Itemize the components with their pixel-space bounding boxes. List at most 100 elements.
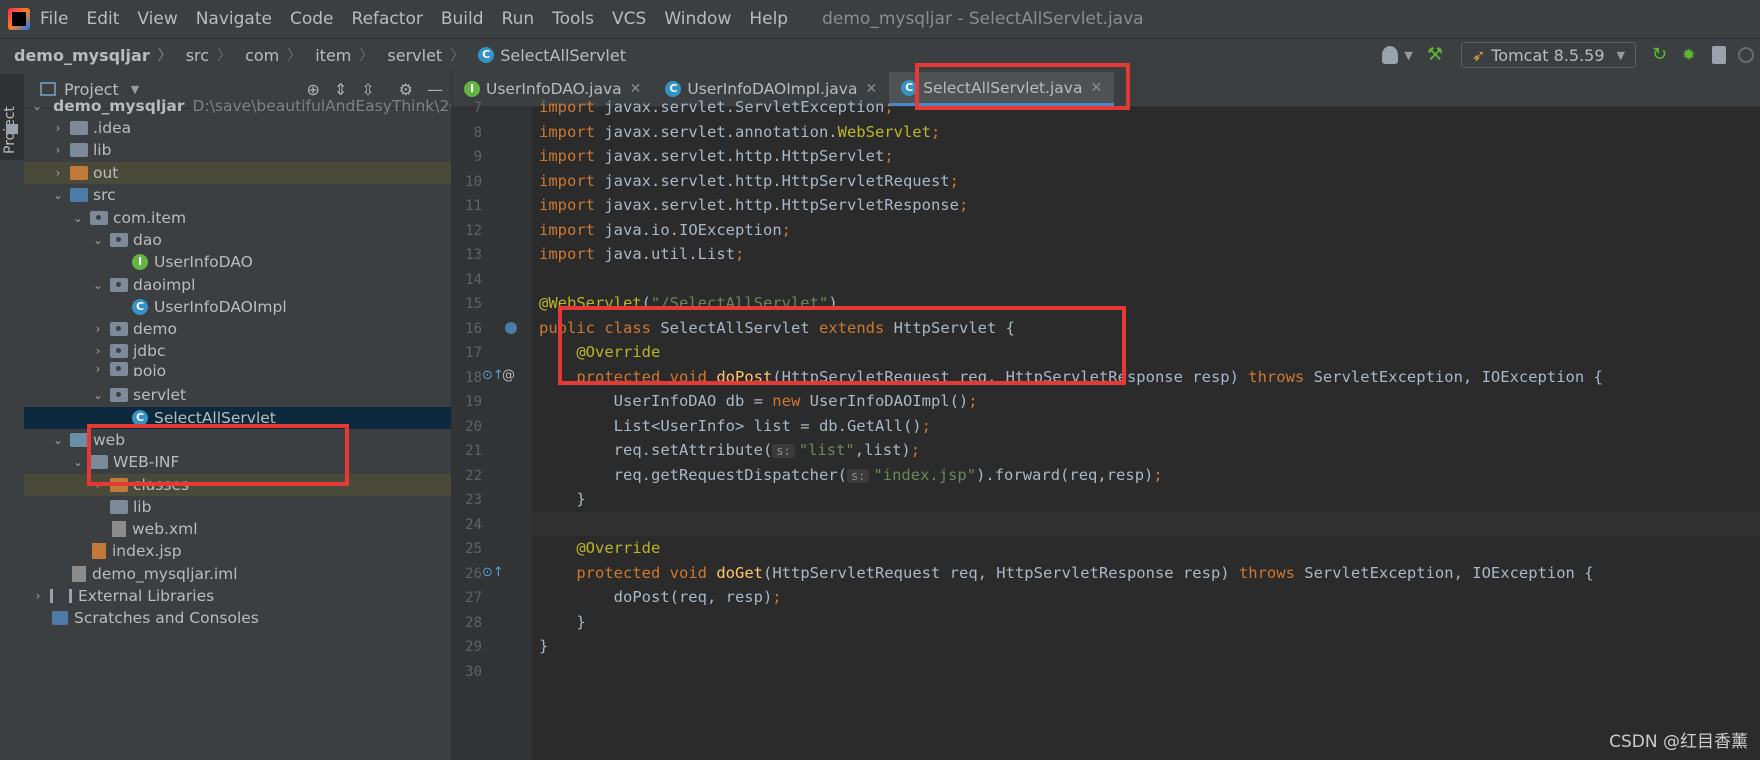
tree-item-src[interactable]: ⌄ src (24, 184, 451, 206)
tree-item-daoimpl[interactable]: ⌄ daoimpl (24, 274, 451, 296)
override-icon[interactable]: ⊙↑ (482, 565, 504, 580)
chevron-right-icon[interactable]: › (52, 143, 64, 157)
chevron-down-icon: ▼ (1616, 48, 1625, 62)
chevron-down-icon[interactable]: ⌄ (72, 455, 84, 469)
code-line[interactable]: @Override (539, 539, 660, 557)
chevron-down-icon[interactable]: ⌄ (92, 233, 104, 247)
chevron-down-icon[interactable]: ⌄ (32, 99, 42, 113)
menu-refactor[interactable]: Refactor (352, 9, 423, 29)
chevron-right-icon[interactable]: › (92, 322, 104, 336)
tree-item-jdbc[interactable]: › jdbc (24, 340, 451, 362)
code-line[interactable]: import javax.servlet.http.HttpServletRes… (539, 196, 968, 214)
menu-tools[interactable]: Tools (552, 9, 594, 29)
code-line[interactable]: import javax.servlet.annotation.WebServl… (539, 123, 940, 141)
code-text: } (576, 490, 586, 508)
menu-edit[interactable]: Edit (86, 9, 119, 29)
debug-icon[interactable]: ✹ (1682, 46, 1700, 64)
tree-item-userinfodao[interactable]: I UserInfoDAO (24, 251, 451, 273)
package-icon (90, 211, 108, 226)
code-line[interactable]: } (539, 490, 586, 508)
tree-item-label: jdbc (133, 342, 166, 361)
menu-view[interactable]: View (137, 9, 177, 29)
tree-item-external-libraries[interactable]: › External Libraries (24, 585, 451, 607)
chevron-right-icon[interactable]: › (92, 344, 104, 358)
tree-item-idea[interactable]: › .idea (24, 117, 451, 139)
string-literal: "index.jsp" (873, 466, 977, 484)
code-line[interactable]: } (539, 613, 585, 631)
chevron-down-icon[interactable]: ▼ (131, 83, 139, 96)
code-line[interactable]: req.getRequestDispatcher(s: "index.jsp").… (539, 466, 1163, 484)
build-hammer-icon[interactable]: ⚒ (1427, 46, 1445, 64)
code-line[interactable]: req.setAttribute(s: "list",list); (539, 441, 920, 459)
keyword: import (539, 98, 595, 116)
menu-run[interactable]: Run (502, 9, 535, 29)
servlet-icon[interactable] (505, 322, 517, 334)
tree-item-index-jsp[interactable]: index.jsp (24, 540, 451, 562)
breadcrumb-src[interactable]: src 〉 (186, 45, 231, 65)
chevron-down-icon[interactable]: ⌄ (92, 388, 104, 402)
annotation-icon[interactable]: @ (502, 368, 515, 383)
menu-code[interactable]: Code (290, 9, 334, 29)
tree-item-servlet[interactable]: ⌄ servlet (24, 384, 451, 406)
tree-item-demo[interactable]: › demo (24, 318, 451, 340)
code-line[interactable]: import javax.servlet.http.HttpServletReq… (539, 172, 959, 190)
chevron-right-icon[interactable]: › (32, 589, 44, 603)
code-line[interactable]: doPost(req, resp); (539, 588, 782, 606)
tree-item-label: index.jsp (112, 542, 182, 561)
highlight-box-annotation (558, 306, 1126, 385)
menu-build[interactable]: Build (441, 9, 484, 29)
tree-item-out[interactable]: › out (24, 162, 451, 185)
code-line[interactable]: import javax.servlet.http.HttpServlet; (539, 147, 894, 165)
run-configuration-dropdown[interactable]: ➶ Tomcat 8.5.59 ▼ (1460, 42, 1636, 68)
code-line[interactable]: UserInfoDAO db = new UserInfoDAOImpl(); (539, 392, 978, 410)
coverage-icon[interactable] (1712, 46, 1726, 64)
chevron-down-icon[interactable]: ⌄ (52, 433, 64, 447)
project-panel: Project ▼ ⊕ ⇕ ⇳ ⚙ — ⌄ demo_mysqljar D:\s… (24, 70, 452, 760)
rerun-icon[interactable]: ↻ (1652, 46, 1670, 64)
breadcrumb-com[interactable]: com 〉 (245, 45, 301, 65)
code-line[interactable]: import java.util.List; (539, 245, 744, 263)
code-line[interactable]: import javax.servlet.ServletException; (539, 98, 894, 116)
chevron-right-icon[interactable]: › (92, 362, 104, 376)
chevron-down-icon[interactable]: ⌄ (92, 278, 104, 292)
tree-item-web-xml[interactable]: web.xml (24, 518, 451, 540)
tree-item-label: pojo (133, 362, 167, 376)
chevron-down-icon[interactable]: ⌄ (52, 188, 64, 202)
tree-item-pojo[interactable]: › pojo (24, 362, 451, 376)
tree-item-lib[interactable]: › lib (24, 139, 451, 161)
tree-item-scratches[interactable]: Scratches and Consoles (24, 607, 451, 629)
profile-icon[interactable] (1738, 47, 1754, 63)
breadcrumb-project[interactable]: demo_mysqljar 〉 (14, 45, 172, 65)
breadcrumb-servlet[interactable]: servlet 〉 (387, 45, 464, 65)
chevron-down-icon[interactable]: ▼ (1404, 49, 1412, 62)
menu-vcs[interactable]: VCS (612, 9, 646, 29)
breadcrumb-item[interactable]: item 〉 (315, 45, 373, 65)
current-line-highlight (532, 512, 1760, 536)
tree-item-com-item[interactable]: ⌄ com.item (24, 207, 451, 229)
menu-navigate[interactable]: Navigate (196, 9, 272, 29)
tree-item-dao[interactable]: ⌄ dao (24, 229, 451, 251)
code-line[interactable]: import java.io.IOException; (539, 221, 791, 239)
menu-window[interactable]: Window (664, 9, 731, 29)
window-title: demo_mysqljar - SelectAllServlet.java (822, 9, 1144, 29)
tree-item-project-root[interactable]: ⌄ demo_mysqljar D:\save\beautifulAndEasy… (24, 95, 451, 117)
close-icon[interactable]: ✕ (865, 81, 877, 97)
menu-file[interactable]: File (40, 9, 68, 29)
chevron-right-icon[interactable]: › (52, 121, 64, 135)
project-tool-tab[interactable]: Project (0, 74, 24, 160)
code-line[interactable]: List<UserInfo> list = db.GetAll(); (539, 417, 931, 435)
code-text: javax.servlet.http.HttpServletResponse (604, 196, 959, 214)
close-icon[interactable]: ✕ (630, 81, 642, 97)
code-line[interactable]: protected void doGet(HttpServletRequest … (539, 564, 1593, 582)
tree-item-iml[interactable]: demo_mysqljar.iml (24, 563, 451, 585)
user-icon[interactable] (1382, 46, 1399, 64)
override-icon[interactable]: ⊙↑ (482, 368, 504, 383)
chevron-right-icon[interactable]: › (52, 166, 64, 180)
menu-help[interactable]: Help (749, 9, 788, 29)
code-line[interactable]: } (539, 637, 548, 655)
tree-item-userinfodaoimpl[interactable]: C UserInfoDAOImpl (24, 296, 451, 318)
breadcrumb-class[interactable]: C SelectAllServlet (478, 46, 626, 65)
tree-item-web-lib[interactable]: lib (24, 496, 451, 518)
keyword: import (539, 245, 595, 263)
chevron-down-icon[interactable]: ⌄ (72, 211, 84, 225)
